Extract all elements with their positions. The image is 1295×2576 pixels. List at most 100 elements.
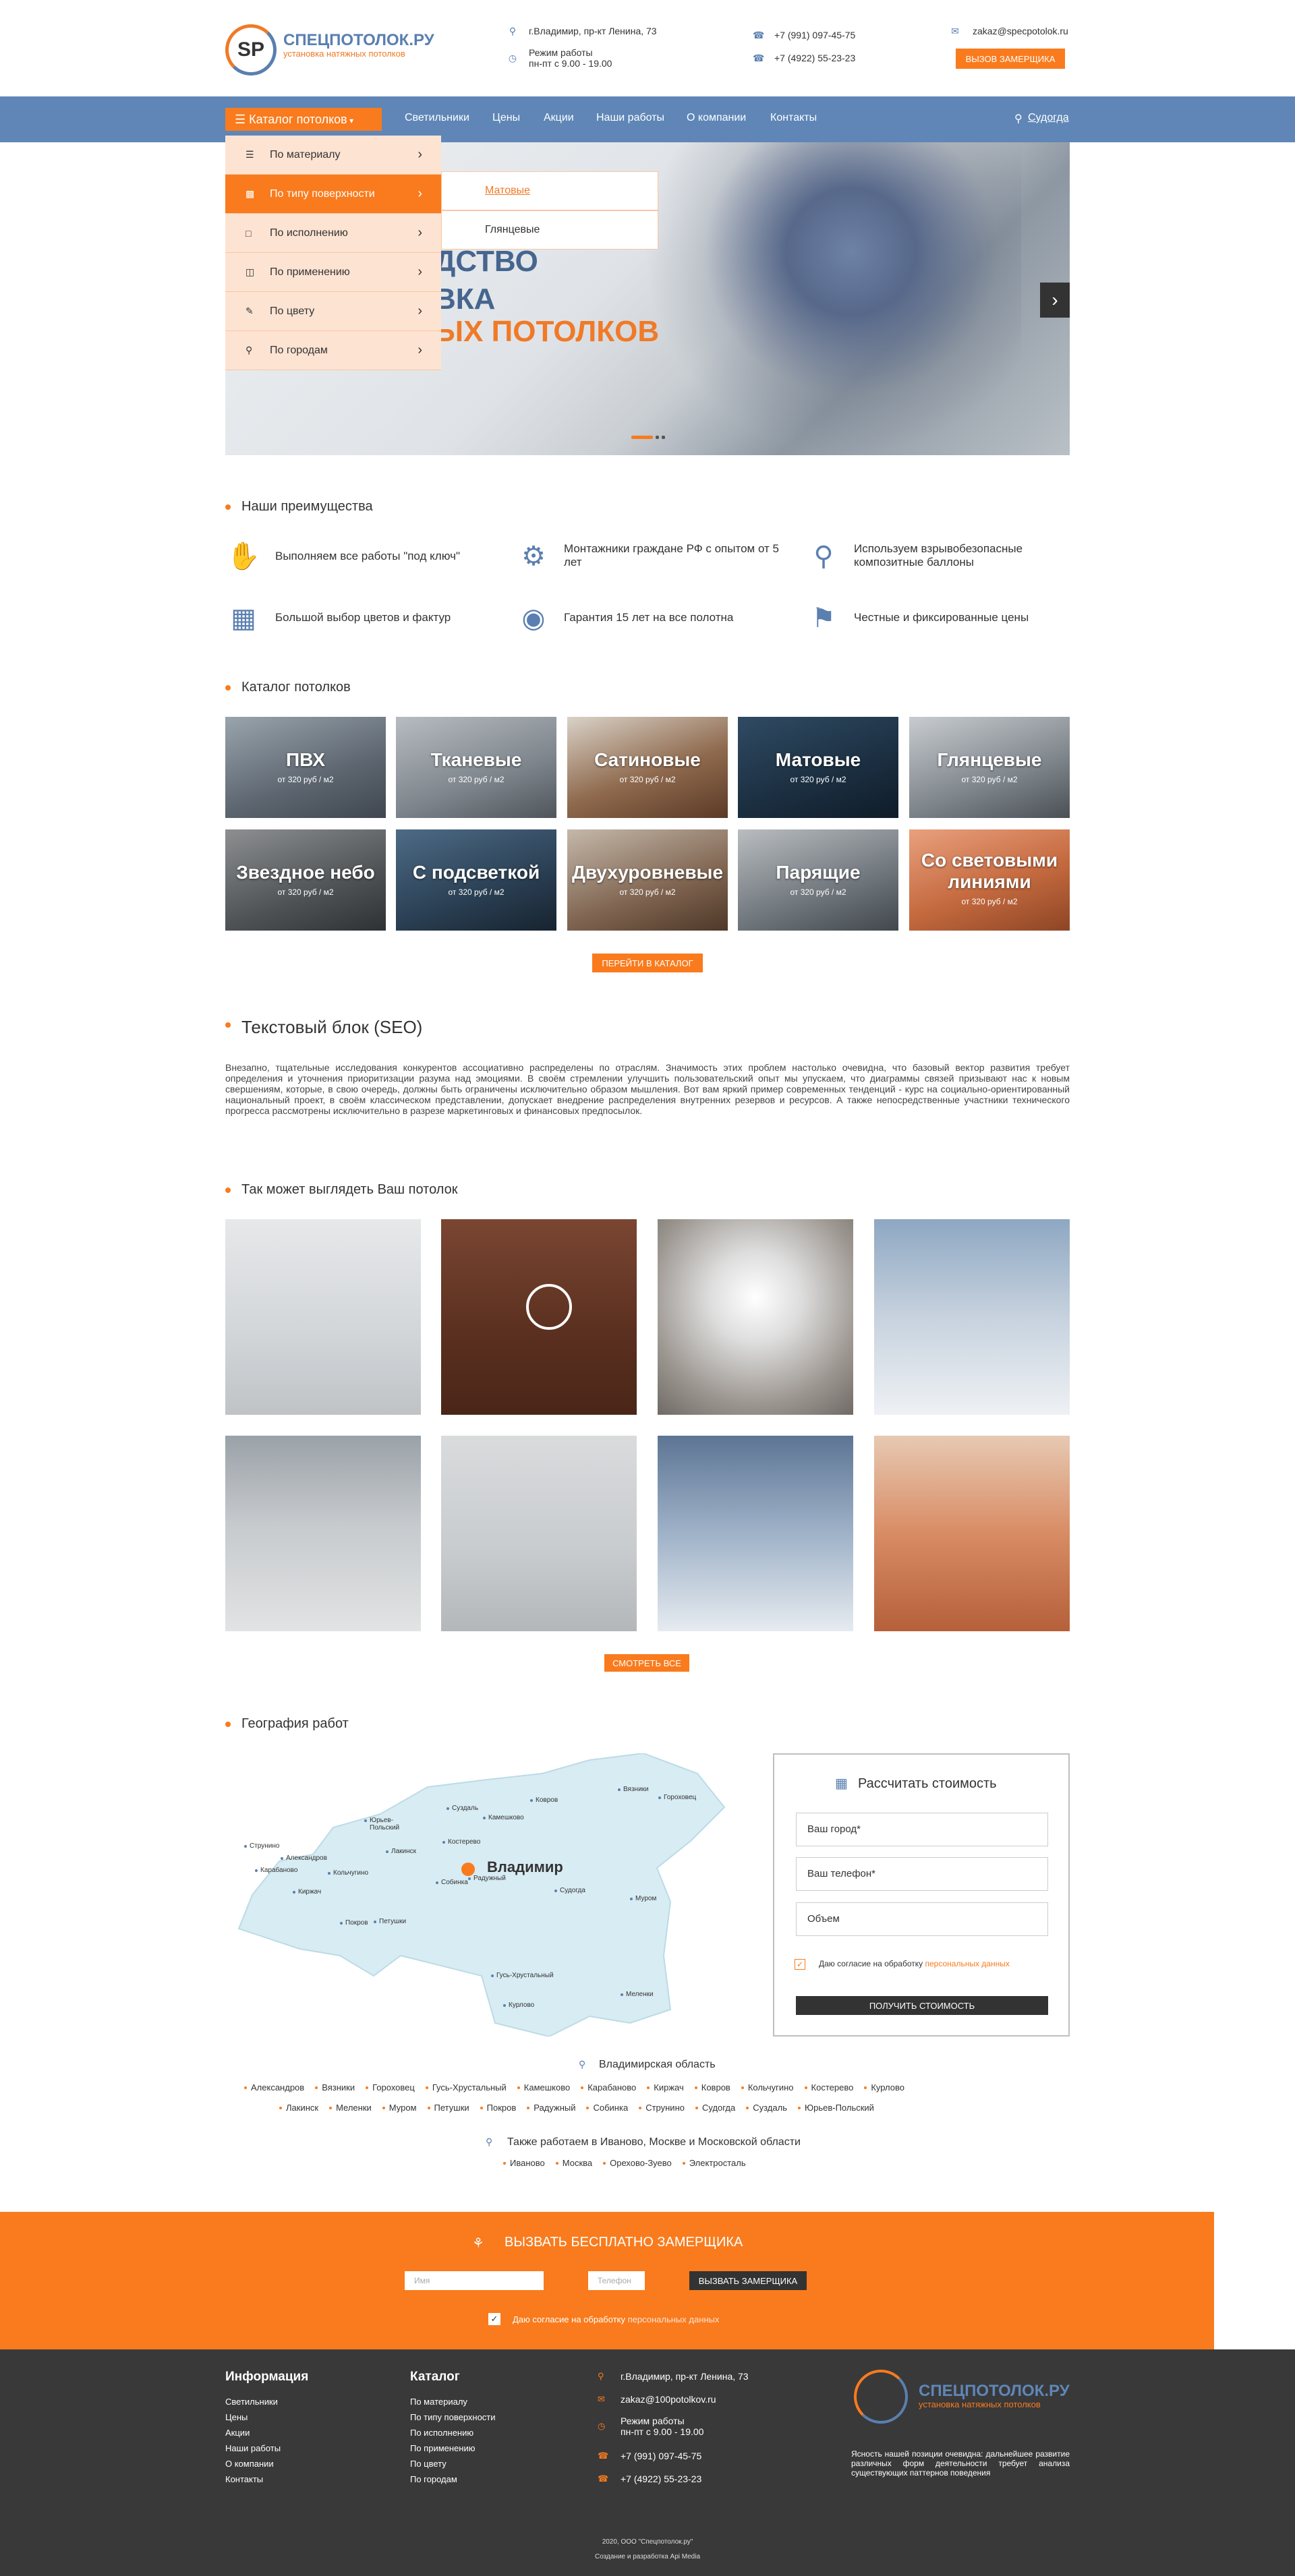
dropdown-item-color[interactable]: ✎ По цвету › (225, 292, 441, 331)
gallery-photo[interactable] (225, 1219, 421, 1415)
slider-next-button[interactable]: › (1040, 283, 1070, 318)
call-measurer-submit-button[interactable]: ВЫЗВАТЬ ЗАМЕРЩИКА (689, 2271, 807, 2290)
nav-link-works[interactable]: Наши работы (596, 112, 664, 124)
city-link[interactable]: Гусь-Хрустальный (432, 2082, 507, 2092)
name-input[interactable]: Имя (405, 2271, 544, 2290)
gallery-photo[interactable] (658, 1219, 853, 1415)
nav-link-about[interactable]: О компании (687, 112, 746, 124)
footer-email[interactable]: zakaz@100potolkov.ru (621, 2394, 716, 2405)
footer-link[interactable]: О компании (225, 2456, 281, 2471)
footer-link[interactable]: По типу поверхности (410, 2409, 496, 2425)
gallery-photo[interactable] (874, 1219, 1070, 1415)
city-link[interactable]: Кольчугино (748, 2082, 794, 2092)
catalog-card-satin[interactable]: Сатиновые от 320 руб / м2 (567, 717, 728, 818)
dropdown-item-surface[interactable]: ▩ По типу поверхности › (225, 175, 441, 214)
city-link[interactable]: Александров (251, 2082, 304, 2092)
city-link[interactable]: Судогда (702, 2103, 735, 2113)
catalog-card-backlit[interactable]: С подсветкой от 320 руб / м2 (396, 829, 556, 931)
city-link[interactable]: Киржач (654, 2082, 683, 2092)
volume-input[interactable]: Объем (796, 1902, 1048, 1936)
catalog-card-glossy[interactable]: Глянцевые от 320 руб / м2 (909, 717, 1070, 818)
nav-link-contacts[interactable]: Контакты (770, 112, 817, 124)
consent-checkbox[interactable]: ✓ (795, 1959, 805, 1970)
city-link[interactable]: Суздаль (753, 2103, 787, 2113)
footer-logo-name[interactable]: СПЕЦПОТОЛОК.РУ (919, 2382, 1070, 2401)
get-cost-button[interactable]: ПОЛУЧИТЬ СТОИМОСТЬ (796, 1996, 1048, 2015)
nav-link-promo[interactable]: Акции (544, 112, 574, 124)
phone-input[interactable]: Телефон (588, 2271, 645, 2290)
footer-link[interactable]: Цены (225, 2409, 281, 2425)
catalog-card-fabric[interactable]: Тканевые от 320 руб / м2 (396, 717, 556, 818)
consent-link[interactable]: персональных данных (628, 2314, 720, 2324)
city-link[interactable]: Струнино (645, 2103, 685, 2113)
view-all-button[interactable]: СМОТРЕТЬ ВСЕ (604, 1654, 689, 1672)
footer-logo-mark[interactable] (854, 2370, 908, 2424)
footer-phone-2[interactable]: +7 (4922) 55-23-23 (621, 2473, 701, 2484)
catalog-card-two-level[interactable]: Двухуровневые от 320 руб / м2 (567, 829, 728, 931)
dropdown-item-material[interactable]: ☰ По материалу › (225, 136, 441, 175)
city-link[interactable]: Электросталь (689, 2158, 746, 2168)
city-selector[interactable]: Судогда (1028, 112, 1069, 124)
city-link[interactable]: Собинка (593, 2103, 628, 2113)
consent-checkbox[interactable]: ✓ (488, 2313, 500, 2325)
city-link[interactable]: Ковров (701, 2082, 730, 2092)
footer-link[interactable]: По городам (410, 2471, 496, 2487)
city-link[interactable]: Орехово-Зуево (610, 2158, 672, 2168)
city-link[interactable]: Курлово (871, 2082, 904, 2092)
footer-developer[interactable]: Создание и разработка Api Media (0, 2553, 1295, 2560)
submenu-item-glossy[interactable]: Глянцевые (441, 210, 658, 250)
city-link[interactable]: Костерево (811, 2082, 854, 2092)
city-link[interactable]: Вязники (322, 2082, 355, 2092)
footer-phone-1[interactable]: +7 (991) 097-45-75 (621, 2451, 701, 2461)
catalog-menu-button[interactable]: ☰ Каталог потолков ▾ (225, 108, 382, 131)
footer-link[interactable]: Светильники (225, 2394, 281, 2409)
logo-name[interactable]: СПЕЦПОТОЛОК.РУ (283, 31, 434, 50)
catalog-card-starry-sky[interactable]: Звездное небо от 320 руб / м2 (225, 829, 386, 931)
slider-dot[interactable] (662, 436, 665, 439)
city-link[interactable]: Радужный (534, 2103, 575, 2113)
submenu-item-matte[interactable]: Матовые (441, 171, 658, 210)
city-link[interactable]: Москва (563, 2158, 592, 2168)
city-link[interactable]: Карабаново (587, 2082, 636, 2092)
footer-link[interactable]: По применению (410, 2440, 496, 2456)
nav-link-prices[interactable]: Цены (492, 112, 520, 124)
slider-dot-active[interactable] (631, 436, 653, 439)
header-phone-2[interactable]: +7 (4922) 55-23-23 (774, 53, 855, 64)
gallery-photo[interactable] (441, 1436, 637, 1631)
city-link[interactable]: Лакинск (286, 2103, 318, 2113)
search-icon[interactable] (526, 1284, 572, 1330)
city-input[interactable]: Ваш город* (796, 1813, 1048, 1846)
footer-link[interactable]: Наши работы (225, 2440, 281, 2456)
dropdown-item-cities[interactable]: ⚲ По городам › (225, 331, 441, 370)
city-link[interactable]: Меленки (336, 2103, 372, 2113)
gallery-photo[interactable] (658, 1436, 853, 1631)
footer-link[interactable]: По исполнению (410, 2425, 496, 2440)
slider-dot[interactable] (656, 436, 659, 439)
dropdown-item-application[interactable]: ◫ По применению › (225, 253, 441, 292)
city-link[interactable]: Камешково (524, 2082, 570, 2092)
footer-link[interactable]: По материалу (410, 2394, 496, 2409)
footer-link[interactable]: Контакты (225, 2471, 281, 2487)
header-phone-1[interactable]: +7 (991) 097-45-75 (774, 30, 855, 41)
consent-link[interactable]: персональных данных (925, 1959, 1009, 1968)
footer-link[interactable]: Акции (225, 2425, 281, 2440)
city-link[interactable]: Муром (389, 2103, 417, 2113)
city-link[interactable]: Покров (487, 2103, 517, 2113)
phone-input[interactable]: Ваш телефон* (796, 1857, 1048, 1891)
nav-link-lights[interactable]: Светильники (405, 112, 469, 124)
header-email[interactable]: zakaz@specpotolok.ru (973, 26, 1068, 37)
dropdown-item-execution[interactable]: □ По исполнению › (225, 214, 441, 253)
gallery-photo[interactable] (874, 1436, 1070, 1631)
go-to-catalog-button[interactable]: ПЕРЕЙТИ В КАТАЛОГ (592, 954, 703, 972)
call-measurer-button[interactable]: ВЫЗОВ ЗАМЕРЩИКА (956, 49, 1065, 69)
city-link[interactable]: Гороховец (372, 2082, 415, 2092)
catalog-card-matte[interactable]: Матовые от 320 руб / м2 (738, 717, 898, 818)
city-link[interactable]: Юрьев-Польский (805, 2103, 874, 2113)
city-link[interactable]: Петушки (434, 2103, 469, 2113)
catalog-card-floating[interactable]: Парящие от 320 руб / м2 (738, 829, 898, 931)
footer-link[interactable]: По цвету (410, 2456, 496, 2471)
city-link[interactable]: Иваново (510, 2158, 545, 2168)
logo-mark[interactable]: SP (225, 24, 277, 76)
catalog-card-pvc[interactable]: ПВХ от 320 руб / м2 (225, 717, 386, 818)
gallery-photo[interactable] (225, 1436, 421, 1631)
